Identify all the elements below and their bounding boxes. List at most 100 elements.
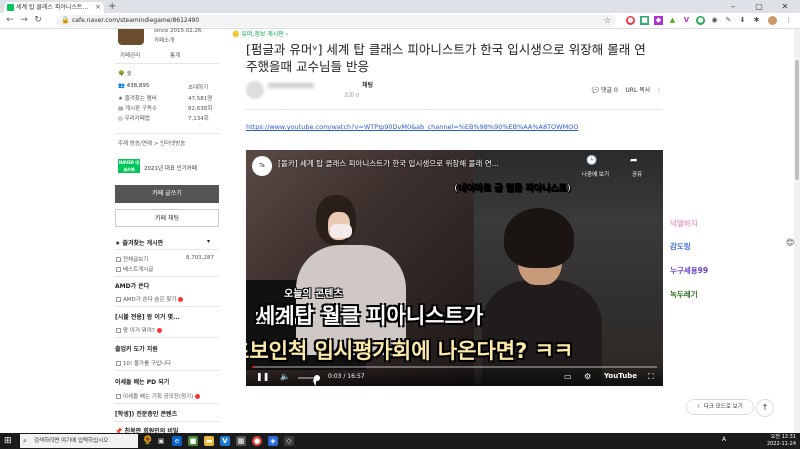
search-placeholder: 검색하려면 여기에 입력하십시오.: [34, 438, 111, 444]
more-options-icon[interactable]: ⋮: [656, 87, 662, 94]
volume-icon[interactable]: 🔈: [280, 372, 290, 381]
browser-tab[interactable]: 세계 탑 클래스 피아니스트... ×: [4, 2, 104, 13]
progress-bar[interactable]: [252, 366, 657, 368]
cafe-manage-link[interactable]: 카페관리: [120, 51, 140, 59]
chrome-icon[interactable]: ●: [252, 436, 262, 446]
minimize-icon[interactable]: –: [722, 0, 744, 13]
extension-icon[interactable]: ◆: [654, 16, 663, 25]
forward-icon[interactable]: →: [18, 15, 30, 25]
guide-board-link[interactable]: 10! 물가를 구입니다: [116, 359, 171, 367]
notice-board-link[interactable]: 왕 이거 뭐야?: [116, 326, 162, 334]
extension-icon[interactable]: V: [682, 16, 691, 25]
clock-time: 오전 12:31: [770, 434, 796, 440]
taskbar-search[interactable]: ⌕ 검색하려면 여기에 입력하십시오.: [20, 434, 138, 448]
best-board-link[interactable]: 베스트게시글: [116, 265, 153, 273]
tree-icon: 🌳: [118, 71, 125, 77]
extension-icon[interactable]: ■: [640, 16, 649, 25]
reload-icon[interactable]: ↻: [32, 15, 44, 25]
pause-icon[interactable]: ❚❚: [256, 372, 269, 381]
app-icon[interactable]: ▦: [236, 436, 246, 446]
search-icon: ⌕: [23, 437, 27, 445]
extension-icon[interactable]: ●: [696, 16, 705, 25]
divider: [115, 421, 219, 422]
category-link[interactable]: 🪙 유머,정보 게시판 ›: [232, 29, 288, 38]
bookmark-star-icon[interactable]: ☆: [604, 15, 611, 27]
extension-icon[interactable]: ◉: [710, 16, 719, 25]
url-copy-button[interactable]: URL 복사: [625, 87, 650, 94]
share-label[interactable]: 공유: [632, 170, 642, 178]
chevron-down-icon[interactable]: ▾: [207, 238, 210, 245]
puzzle-icon[interactable]: ✱: [752, 16, 761, 25]
all-posts-link[interactable]: 전체글보기: [116, 255, 148, 263]
dark-mode-button[interactable]: ☾ 다크 모드로 보기: [686, 399, 754, 415]
youtube-link[interactable]: https://www.youtube.com/watch?v=WTPIp90D…: [246, 123, 578, 131]
invite-link[interactable]: 초대하기: [188, 83, 208, 91]
app-icon[interactable]: ◇: [284, 436, 294, 446]
divider: [115, 63, 219, 64]
settings-gear-icon[interactable]: ⚙: [584, 372, 591, 381]
amd-board-link[interactable]: AMD가 쏜다 숨은 찾기: [116, 295, 184, 303]
cafe-chat-button[interactable]: 카페 채팅: [115, 209, 219, 227]
youtube-logo[interactable]: YouTube: [604, 372, 637, 380]
guide-section-title: 출업커 도가 지원: [115, 346, 158, 353]
comment-icon[interactable]: 💬: [592, 87, 599, 94]
watch-later-label[interactable]: 나중에 보기: [582, 170, 609, 178]
youtube-video-player[interactable]: Ta [몰카] 세계 탑 클래스 피아니스트가 한국 입시생으로 위장해 몰래 …: [246, 150, 663, 386]
caption-line-2: 세계탑 월클 피아니스트가: [256, 304, 484, 328]
channel-icon[interactable]: Ta: [252, 156, 272, 176]
vscode-icon[interactable]: V: [220, 436, 230, 446]
extension-icon[interactable]: ✎: [724, 16, 733, 25]
app-label: ◎ 우리카페앱: [118, 116, 150, 122]
minecraft-icon[interactable]: ■: [188, 436, 198, 446]
sunflower-icon[interactable]: 🌻: [142, 436, 153, 446]
address-bar[interactable]: 🔒 cafe.naver.com/steamindiegame/8612490 …: [56, 15, 616, 27]
cafe-theme[interactable]: 주제 방송/연예 > 인터넷방송: [118, 139, 185, 147]
video-title[interactable]: [몰카] 세계 탑 클래스 피아니스트가 한국 입시생으로 위장해 몰래 연..…: [278, 158, 499, 169]
windows-start-icon[interactable]: ⊞: [4, 436, 12, 446]
task-view-icon[interactable]: ▣: [156, 436, 166, 446]
menu-icon[interactable]: ⋮: [784, 16, 793, 25]
member-count: 👥 438,895: [118, 83, 150, 89]
extension-icon[interactable]: ●: [626, 16, 635, 25]
scrollbar-thumb[interactable]: [795, 60, 799, 180]
divider: [115, 276, 219, 277]
share-icon[interactable]: ➦: [630, 156, 638, 166]
extension-icon[interactable]: ⬇: [738, 16, 747, 25]
chat-username: 녹두레기: [670, 290, 698, 299]
app-icon[interactable]: ◈: [268, 436, 278, 446]
pd-board-link[interactable]: 이세돌 배는 기획 공모전(정기): [116, 392, 201, 400]
edge-icon[interactable]: e: [172, 436, 182, 446]
back-icon[interactable]: ←: [4, 15, 16, 25]
fullscreen-icon[interactable]: ⛶: [648, 372, 654, 382]
extension-icon[interactable]: ▲: [668, 16, 677, 25]
ime-indicator[interactable]: A: [722, 436, 726, 443]
author-name-blurred: [268, 83, 314, 88]
time-display: 0:03 / 16:57: [328, 373, 365, 380]
amd-section-title: AMD가 쏜다: [115, 283, 150, 290]
author-badge[interactable]: 채팅: [362, 80, 373, 89]
cafe-logo[interactable]: [118, 29, 144, 45]
comment-count[interactable]: 댓글 0: [601, 87, 618, 94]
close-window-icon[interactable]: ✕: [774, 0, 796, 13]
tab-title: 세계 탑 클래스 피아니스트...: [16, 4, 89, 11]
scroll-top-button[interactable]: ↑: [756, 399, 774, 417]
caption-small: (네이마르 급 월클 피아니스트): [454, 184, 572, 195]
cafe-write-button[interactable]: 카페 글쓰기: [115, 185, 219, 203]
watch-later-icon[interactable]: 🕒: [586, 156, 597, 166]
cafe-intro-link[interactable]: 카페소개: [154, 36, 174, 44]
new-tab-icon[interactable]: +: [108, 1, 116, 12]
fav-boards-title[interactable]: ★ 즐겨찾는 게시판 ▾: [115, 238, 210, 247]
divider: [115, 306, 219, 307]
article-title: [펌글과 유머ᵛ] 세계 탑 클래스 피아니스트가 한국 입시생으로 위장해 몰…: [246, 42, 646, 74]
author-avatar[interactable]: [246, 81, 264, 99]
file-explorer-icon[interactable]: ▬: [204, 436, 214, 446]
award-text: 2021년 대표 인기카페: [144, 166, 197, 172]
subtitles-icon[interactable]: ▭: [564, 372, 572, 381]
divider: [115, 133, 219, 134]
maximize-icon[interactable]: ▢: [748, 0, 770, 13]
system-clock[interactable]: 오전 12:31 2022-11-24: [767, 434, 796, 448]
tab-close-icon[interactable]: ×: [95, 2, 101, 13]
profile-avatar[interactable]: [768, 16, 777, 25]
since-text: since 2015.02.26.: [154, 28, 204, 34]
cafe-stats-link[interactable]: 통계: [170, 51, 180, 59]
